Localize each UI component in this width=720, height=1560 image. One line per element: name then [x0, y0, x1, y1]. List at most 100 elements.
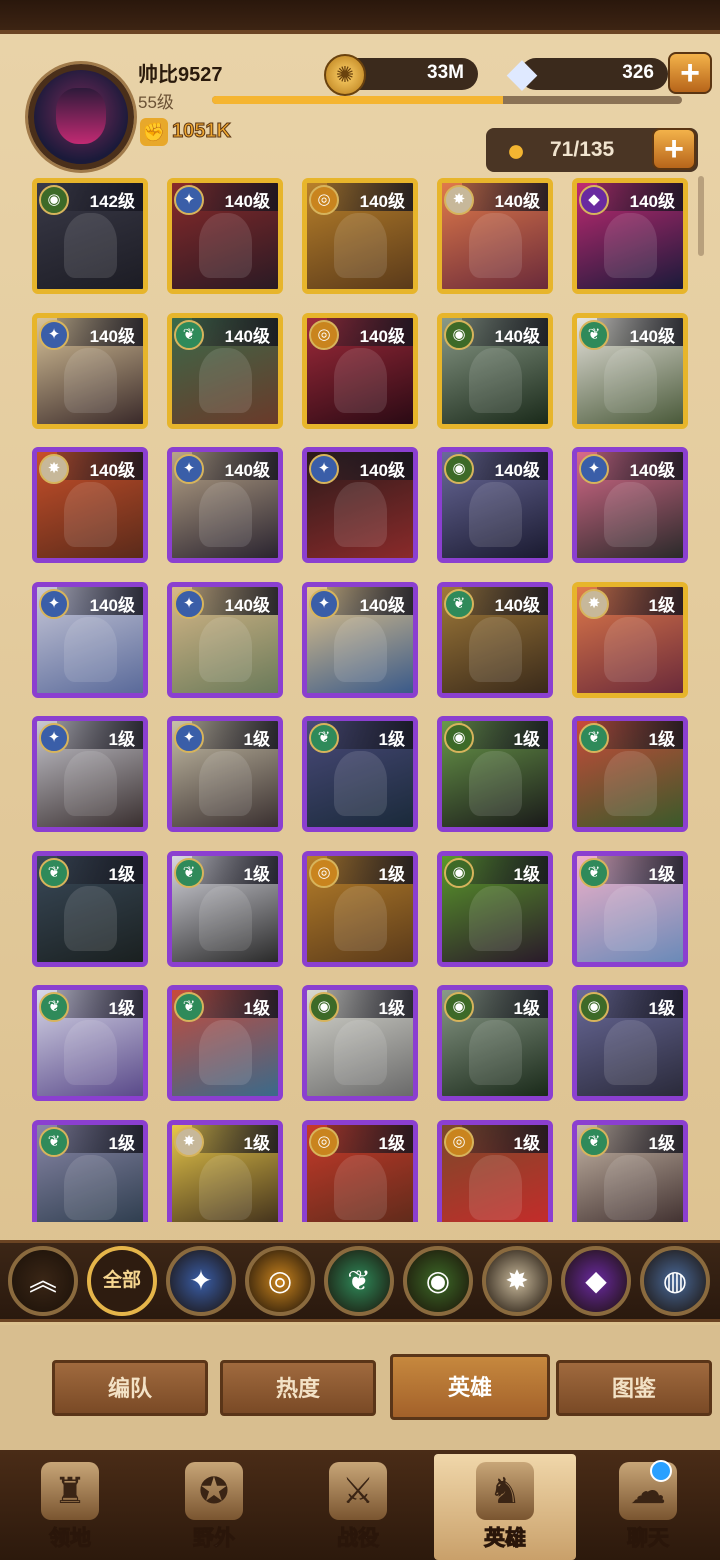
hero-card[interactable]: 140级 ✸ — [32, 447, 148, 563]
nav-item-0[interactable]: ♜ 领地 — [10, 1454, 130, 1560]
nav-item-3[interactable]: ♞ 英雄 — [434, 1454, 576, 1560]
hero-card[interactable]: 1级 ✸ — [572, 582, 688, 698]
filter-mauler-button[interactable]: ◎ — [245, 1246, 315, 1316]
hero-card[interactable]: 140级 ◎ — [302, 178, 418, 294]
hero-card[interactable]: 1级 ❦ — [302, 716, 418, 832]
nav-item-1[interactable]: ✪ 野外 — [154, 1454, 274, 1560]
subtab-2[interactable]: 英雄 — [390, 1354, 550, 1420]
lightbearer-faction-icon: ✦ — [39, 723, 69, 753]
hero-card[interactable]: 1级 ❦ — [167, 985, 283, 1101]
filter-wilder-button[interactable]: ❦ — [324, 1246, 394, 1316]
hero-card[interactable]: 1级 ❦ — [32, 1120, 148, 1222]
scrollbar[interactable] — [698, 176, 704, 256]
hero-card[interactable]: 140级 ❦ — [572, 313, 688, 429]
hero-level: 140级 — [327, 452, 413, 480]
map-scroll-icon: ✪ — [185, 1462, 243, 1520]
hero-card[interactable]: 140级 ◆ — [572, 178, 688, 294]
nav-item-2[interactable]: ⚔ 战役 — [298, 1454, 418, 1560]
filter-dimensional-button[interactable]: ◍ — [640, 1246, 710, 1316]
hero-card[interactable]: 1级 ❦ — [32, 985, 148, 1101]
wilder-faction-icon: ❦ — [579, 723, 609, 753]
hero-card[interactable]: 140级 ❦ — [167, 313, 283, 429]
hero-card[interactable]: 140级 ✦ — [32, 582, 148, 698]
filter-hypogean-button[interactable]: ◆ — [561, 1246, 631, 1316]
hero-card[interactable]: 1级 ❦ — [572, 1120, 688, 1222]
avatar-portrait — [56, 88, 106, 144]
wilder-faction-icon: ❦ — [174, 992, 204, 1022]
xp-bar — [212, 96, 682, 104]
hero-level: 140级 — [192, 318, 278, 346]
hero-level: 1级 — [462, 856, 548, 884]
collapse-button[interactable]: ︽ — [8, 1246, 78, 1316]
castle-icon: ♜ — [41, 1462, 99, 1520]
hero-card[interactable]: 1级 ✦ — [32, 716, 148, 832]
lightbearer-faction-icon: ✦ — [579, 454, 609, 484]
diamond-icon: ◆ — [506, 51, 538, 95]
player-level: 55级 — [138, 93, 174, 112]
hero-card[interactable]: 140级 ◉ — [437, 313, 553, 429]
hero-card[interactable]: 142级 ◉ — [32, 178, 148, 294]
filter-celestial-button[interactable]: ✸ — [482, 1246, 552, 1316]
wilder-faction-icon: ❦ — [174, 858, 204, 888]
nav-label: 野外 — [193, 1527, 236, 1551]
hero-card[interactable]: 140级 ◉ — [437, 447, 553, 563]
hero-card[interactable]: 1级 ◉ — [572, 985, 688, 1101]
player-avatar[interactable] — [28, 64, 134, 170]
subtab-3[interactable]: 图鉴 — [556, 1360, 712, 1416]
hero-card[interactable]: 1级 ❦ — [167, 851, 283, 967]
hero-card[interactable]: 140级 ✦ — [302, 582, 418, 698]
mauler-faction-icon: ◎ — [309, 185, 339, 215]
hero-level: 1级 — [597, 587, 683, 615]
hero-card[interactable]: 1级 ◉ — [437, 851, 553, 967]
hero-card[interactable]: 1级 ◎ — [437, 1120, 553, 1222]
lightbearer-faction-icon: ✦ — [174, 185, 204, 215]
mauler-faction-icon: ◎ — [444, 1127, 474, 1157]
hero-level: 140级 — [462, 183, 548, 211]
hero-card[interactable]: 1级 ❦ — [32, 851, 148, 967]
hero-level: 1级 — [462, 721, 548, 749]
hero-card[interactable]: 140级 ◎ — [302, 313, 418, 429]
filter-lightbearer-button[interactable]: ✦ — [166, 1246, 236, 1316]
hero-card[interactable]: 1级 ✦ — [167, 716, 283, 832]
hero-card[interactable]: 140级 ❦ — [437, 582, 553, 698]
graveborn-faction-icon: ◉ — [444, 320, 474, 350]
hero-card[interactable]: 140级 ✦ — [167, 582, 283, 698]
hero-card[interactable]: 140级 ✦ — [167, 447, 283, 563]
expand-roster-button[interactable]: + — [652, 128, 696, 170]
lightbearer-faction-icon: ✦ — [174, 723, 204, 753]
lightbearer-faction-icon: ✦ — [39, 589, 69, 619]
graveborn-faction-icon: ◉ — [444, 723, 474, 753]
hero-level: 1级 — [597, 721, 683, 749]
hero-card[interactable]: 140级 ✦ — [302, 447, 418, 563]
hero-level: 140级 — [192, 183, 278, 211]
hero-card[interactable]: 1级 ✸ — [167, 1120, 283, 1222]
hero-card[interactable]: 1级 ◉ — [437, 716, 553, 832]
hero-level: 1级 — [192, 990, 278, 1018]
nav-item-4[interactable]: ☁ 聊天 — [588, 1454, 708, 1560]
hero-card[interactable]: 1级 ❦ — [572, 851, 688, 967]
hero-card[interactable]: 1级 ❦ — [572, 716, 688, 832]
lightbearer-faction-icon: ✦ — [309, 454, 339, 484]
celestial-faction-icon: ✸ — [579, 589, 609, 619]
hero-card[interactable]: 140级 ✦ — [167, 178, 283, 294]
filter-graveborn-button[interactable]: ◉ — [403, 1246, 473, 1316]
wilder-faction-icon: ❦ — [39, 1127, 69, 1157]
subtab-0[interactable]: 编队 — [52, 1360, 208, 1416]
hero-level: 1级 — [327, 856, 413, 884]
mauler-faction-icon: ◎ — [309, 1127, 339, 1157]
hero-card[interactable]: 1级 ◉ — [302, 985, 418, 1101]
hero-card[interactable]: 1级 ◎ — [302, 851, 418, 967]
lightbearer-faction-icon: ✦ — [309, 589, 339, 619]
hero-card[interactable]: 140级 ✦ — [32, 313, 148, 429]
hero-card[interactable]: 1级 ◎ — [302, 1120, 418, 1222]
hero-card[interactable]: 1级 ◉ — [437, 985, 553, 1101]
filter-all-button[interactable]: 全部 — [87, 1246, 157, 1316]
wilder-faction-icon: ❦ — [39, 992, 69, 1022]
hero-level: 1级 — [597, 856, 683, 884]
add-gems-button[interactable]: + — [668, 52, 712, 94]
hero-card[interactable]: 140级 ✸ — [437, 178, 553, 294]
hero-level: 140级 — [597, 452, 683, 480]
subtab-1[interactable]: 热度 — [220, 1360, 376, 1416]
hero-card[interactable]: 140级 ✦ — [572, 447, 688, 563]
sword-shield-icon: ⚔ — [329, 1462, 387, 1520]
